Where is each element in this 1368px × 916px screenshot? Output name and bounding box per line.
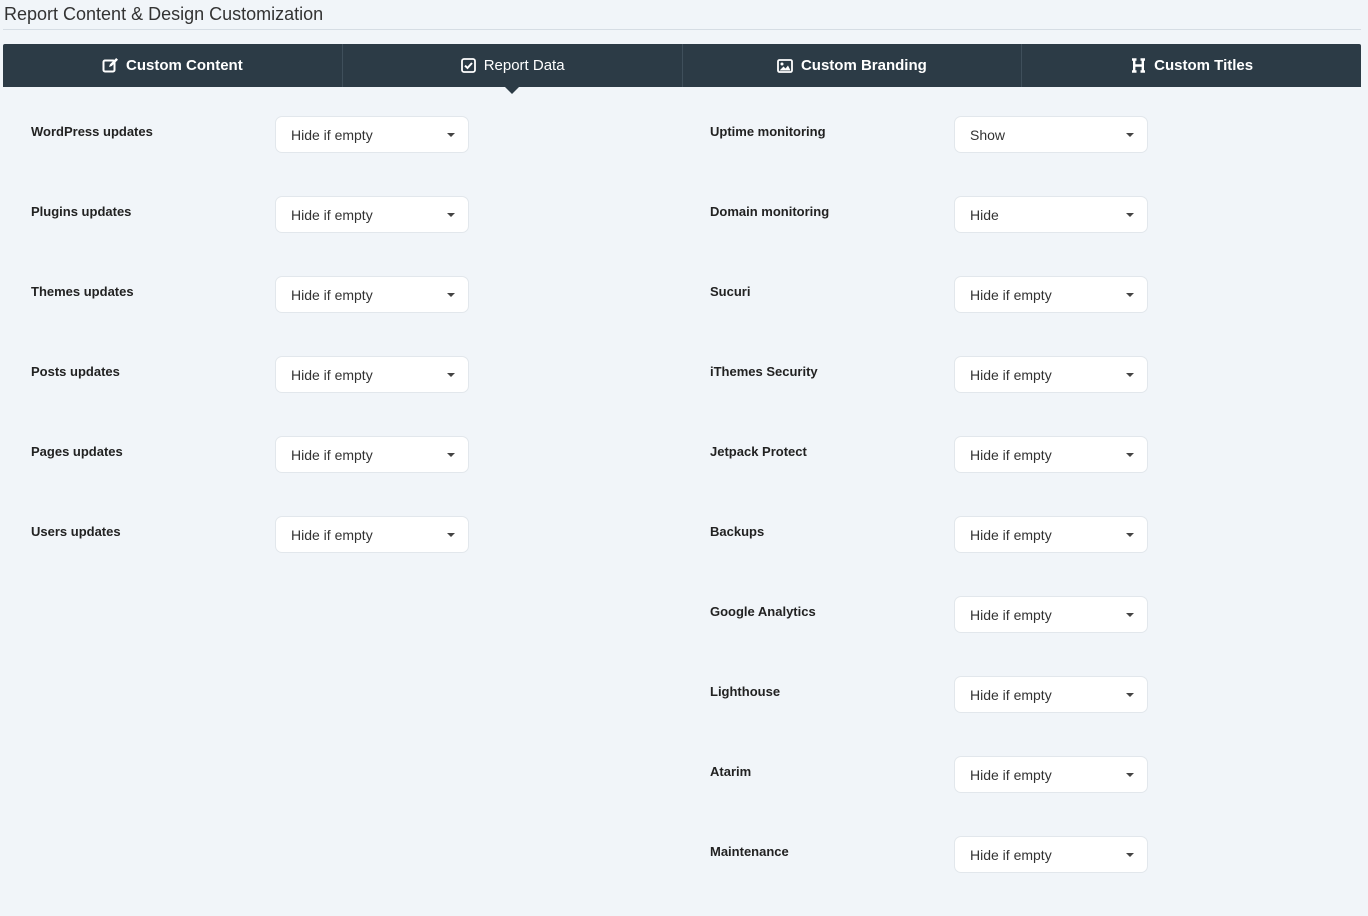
caret-down-icon [447, 213, 455, 217]
setting-label: Sucuri [710, 284, 751, 299]
caret-down-icon [1126, 293, 1134, 297]
setting-label: Pages updates [31, 444, 123, 459]
pages-updates-select[interactable]: Hide if empty [275, 436, 469, 473]
page-title: Report Content & Design Customization [4, 4, 324, 24]
setting-label: Jetpack Protect [710, 444, 807, 459]
tab-label: Custom Branding [800, 57, 927, 74]
domain-monitoring-select[interactable]: Hide [954, 196, 1148, 233]
edit-icon [102, 57, 119, 74]
image-icon [777, 57, 794, 74]
ithemes-security-select[interactable]: Hide if empty [954, 356, 1148, 393]
caret-down-icon [447, 133, 455, 137]
posts-updates-select[interactable]: Hide if empty [275, 356, 469, 393]
wordpress-updates-select[interactable]: Hide if empty [275, 116, 469, 153]
backups-select[interactable]: Hide if empty [954, 516, 1148, 553]
atarim-select[interactable]: Hide if empty [954, 756, 1148, 793]
setting-label: Maintenance [710, 844, 789, 859]
select-value: Hide if empty [291, 527, 373, 543]
themes-updates-select[interactable]: Hide if empty [275, 276, 469, 313]
users-updates-select[interactable]: Hide if empty [275, 516, 469, 553]
uptime-monitoring-select[interactable]: Show [954, 116, 1148, 153]
setting-label: iThemes Security [710, 364, 818, 379]
setting-label: Google Analytics [710, 604, 816, 619]
select-value: Hide if empty [970, 287, 1052, 303]
setting-label: Posts updates [31, 364, 120, 379]
setting-label: Themes updates [31, 284, 134, 299]
tab-label: Custom Content [126, 57, 243, 74]
setting-label: Lighthouse [710, 684, 781, 699]
select-value: Hide if empty [291, 127, 373, 143]
caret-down-icon [447, 533, 455, 537]
select-value: Hide if empty [970, 767, 1052, 783]
setting-label: Users updates [31, 524, 121, 539]
setting-label: Backups [710, 524, 765, 539]
tab-label: Custom Titles [1154, 57, 1254, 74]
heading-icon [1130, 57, 1147, 74]
google-analytics-select[interactable]: Hide if empty [954, 596, 1148, 633]
setting-label: Domain monitoring [710, 204, 830, 219]
select-value: Hide if empty [970, 687, 1052, 703]
maintenance-select[interactable]: Hide if empty [954, 836, 1148, 873]
setting-label: WordPress updates [31, 124, 153, 139]
title-divider [3, 29, 1361, 30]
setting-label: Plugins updates [31, 204, 132, 219]
caret-down-icon [1126, 773, 1134, 777]
select-value: Hide if empty [970, 527, 1052, 543]
caret-down-icon [1126, 213, 1134, 217]
select-value: Hide if empty [970, 367, 1052, 383]
caret-down-icon [447, 293, 455, 297]
setting-label: Atarim [710, 764, 752, 779]
caret-down-icon [447, 373, 455, 377]
caret-down-icon [447, 453, 455, 457]
caret-down-icon [1126, 693, 1134, 697]
caret-down-icon [1126, 613, 1134, 617]
select-value: Hide if empty [970, 847, 1052, 863]
select-value: Hide if empty [970, 607, 1052, 623]
tab-label: Report Data [483, 57, 565, 74]
checkbox-icon [460, 57, 477, 74]
caret-down-icon [1126, 853, 1134, 857]
tab-bar: Custom Content Report Data Custom Brandi… [3, 44, 1361, 94]
caret-down-icon [1126, 133, 1134, 137]
caret-down-icon [1126, 373, 1134, 377]
tab-custom-branding[interactable]: Custom Branding [681, 44, 1022, 87]
lighthouse-select[interactable]: Hide if empty [954, 676, 1148, 713]
select-value: Hide if empty [970, 447, 1052, 463]
tab-custom-content[interactable]: Custom Content [3, 44, 342, 87]
select-value: Hide if empty [291, 287, 373, 303]
tab-custom-titles[interactable]: Custom Titles [1021, 44, 1361, 87]
select-value: Hide if empty [291, 207, 373, 223]
sucuri-select[interactable]: Hide if empty [954, 276, 1148, 313]
tab-report-data[interactable]: Report Data [341, 44, 682, 94]
jetpack-protect-select[interactable]: Hide if empty [954, 436, 1148, 473]
caret-down-icon [1126, 453, 1134, 457]
caret-down-icon [1126, 533, 1134, 537]
select-value: Show [970, 127, 1006, 143]
setting-label: Uptime monitoring [710, 124, 826, 139]
plugins-updates-select[interactable]: Hide if empty [275, 196, 469, 233]
select-value: Hide if empty [291, 367, 373, 383]
select-value: Hide if empty [291, 447, 373, 463]
select-value: Hide [970, 207, 999, 223]
